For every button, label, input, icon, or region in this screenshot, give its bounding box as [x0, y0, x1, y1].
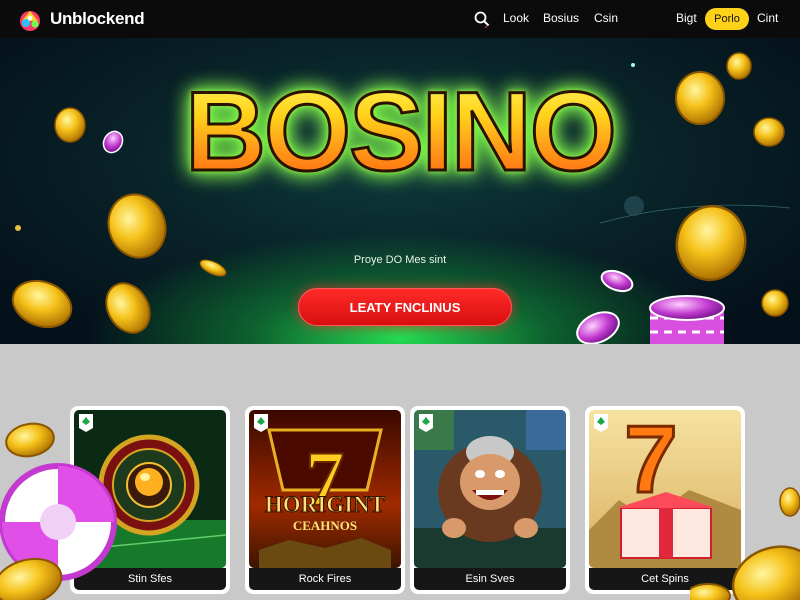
game-badge-icon: [594, 414, 608, 432]
hero-title: BOSINO: [150, 74, 650, 189]
coin-icon: [675, 204, 747, 282]
casino-chip-icon: [102, 130, 124, 154]
casino-chip-icon: [649, 295, 725, 344]
game-card[interactable]: Esin Sves: [410, 406, 570, 594]
hero-cta-button[interactable]: LEATY FNCLINUS: [298, 288, 512, 326]
nav-link-bigt[interactable]: Bigt: [676, 11, 697, 25]
coin-icon: [107, 193, 167, 259]
game-thumbnail[interactable]: [414, 410, 566, 568]
svg-text:HORIGINT: HORIGINT: [265, 492, 385, 517]
foreground-decoration: [0, 422, 117, 600]
coin-icon: [690, 583, 731, 600]
coin-icon: [731, 545, 800, 600]
search-icon[interactable]: [473, 10, 491, 28]
top-header: Unblockend Look Bosius Csin Bigt Porlo C…: [0, 0, 800, 38]
coin-icon: [199, 259, 227, 277]
nav-link-bosius[interactable]: Bosius: [543, 11, 579, 25]
game-card[interactable]: 7 HORIGINT CEAHNOS Rock Fires: [245, 406, 405, 594]
coin-icon: [11, 279, 73, 329]
nav-link-look[interactable]: Look: [503, 11, 529, 25]
login-button[interactable]: Porlo: [705, 8, 749, 30]
coin-icon: [761, 289, 789, 317]
nav-link-cint[interactable]: Cint: [757, 11, 778, 25]
coin-icon: [5, 422, 55, 458]
game-thumbnail[interactable]: 7 HORIGINT CEAHNOS: [249, 410, 401, 568]
game-title: Rock Fires: [249, 568, 401, 590]
foreground-decoration: [690, 487, 800, 600]
hero-banner: BOSINO Proye DO Mes sint LEATY FNCLINUS: [0, 38, 800, 344]
brand-name[interactable]: Unblockend: [50, 9, 145, 29]
casino-chip-icon: [576, 311, 620, 344]
coin-icon: [105, 282, 151, 334]
nav-link-csin[interactable]: Csin: [594, 11, 618, 25]
coin-icon: [675, 71, 725, 125]
game-title: Esin Sves: [414, 568, 566, 590]
coin-icon: [779, 487, 800, 517]
coin-icon: [726, 52, 752, 80]
games-section: Stin Sfes 7 HORIGINT CEAHNOS Rock Fires …: [0, 344, 800, 600]
hero-subtitle: Proye DO Mes sint: [353, 254, 447, 266]
coin-icon: [54, 107, 86, 143]
logo-icon[interactable]: [16, 5, 44, 33]
coin-icon: [753, 117, 785, 147]
casino-chip-icon: [600, 269, 634, 293]
game-badge-icon: [419, 414, 433, 432]
svg-text:CEAHNOS: CEAHNOS: [293, 518, 357, 533]
game-badge-icon: [254, 414, 268, 432]
